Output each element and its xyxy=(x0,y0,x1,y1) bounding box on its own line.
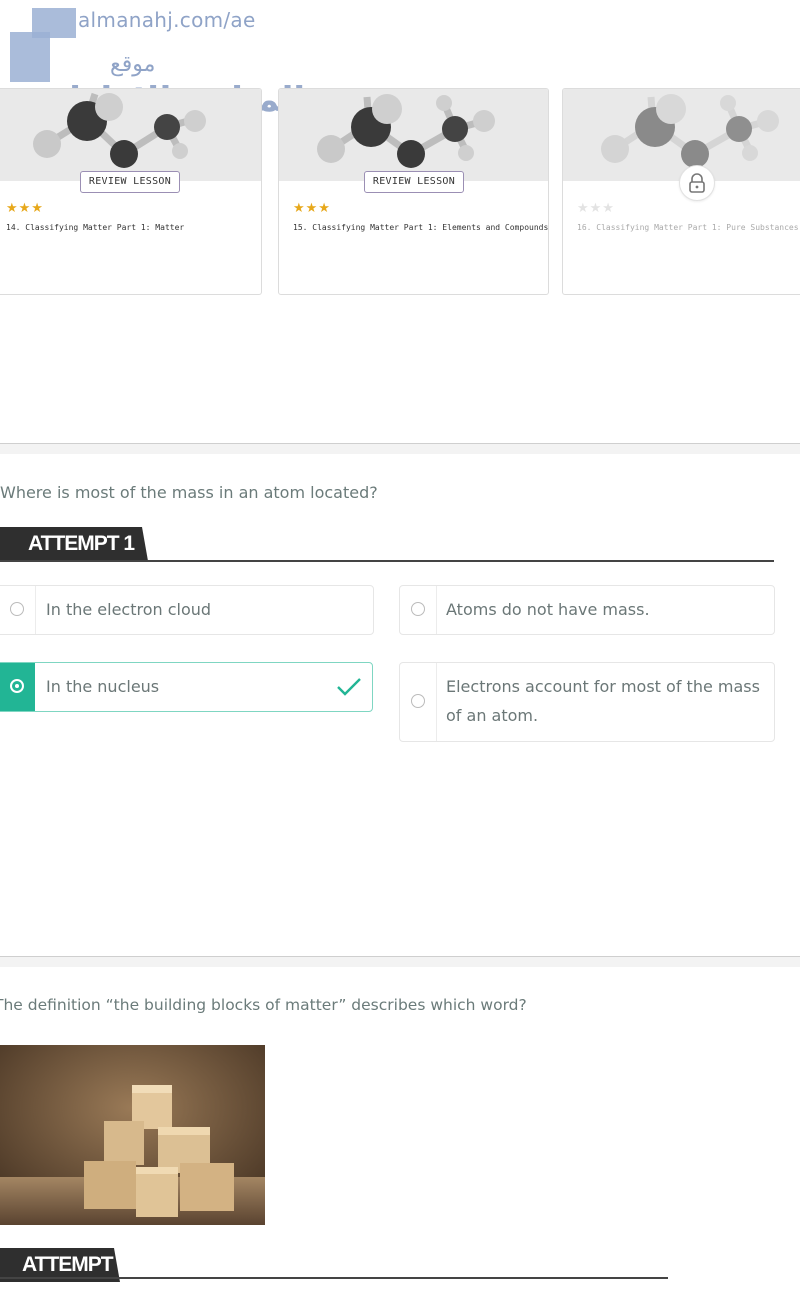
lesson-title[interactable]: 15. Classifying Matter Part 1: Elements … xyxy=(293,223,548,232)
section-divider xyxy=(0,956,800,967)
checkmark-icon xyxy=(337,678,361,696)
answer-text: In the electron cloud xyxy=(46,600,212,619)
watermark-logo-icon xyxy=(10,8,76,82)
radio-button[interactable] xyxy=(10,602,24,616)
radio-button[interactable] xyxy=(411,602,425,616)
question-prompt: Where is most of the mass in an atom loc… xyxy=(0,483,378,502)
answer-option[interactable]: In the electron cloud xyxy=(0,585,374,635)
answer-text: In the nucleus xyxy=(46,677,160,696)
watermark-arabic-line1: موقع xyxy=(110,52,156,77)
lesson-card-15[interactable]: REVIEW LESSON ★★★ 15. Classifying Matter… xyxy=(278,88,549,295)
section-divider xyxy=(0,443,800,454)
lock-icon xyxy=(679,165,715,201)
wooden-blocks-image xyxy=(0,1045,265,1225)
review-lesson-button[interactable]: REVIEW LESSON xyxy=(364,171,464,193)
answer-option[interactable]: Electrons account for most of the mass o… xyxy=(399,662,775,742)
rating-stars: ★★★ xyxy=(293,201,331,216)
molecule-image xyxy=(279,89,548,181)
rating-stars: ★★★ xyxy=(577,201,615,216)
answer-option[interactable]: Atoms do not have mass. xyxy=(399,585,775,635)
molecule-image xyxy=(563,89,800,181)
attempt-tab: ATTEMPT 1 xyxy=(0,527,148,561)
lesson-title: 16. Classifying Matter Part 1: Pure Subs… xyxy=(577,223,800,232)
watermark-url: almanahj.com/ae xyxy=(78,8,256,32)
radio-button-selected[interactable] xyxy=(10,679,24,693)
review-lesson-button[interactable]: REVIEW LESSON xyxy=(80,171,180,193)
lesson-card-16-locked: ★★★ 16. Classifying Matter Part 1: Pure … xyxy=(562,88,800,295)
lesson-title[interactable]: 14. Classifying Matter Part 1: Matter xyxy=(6,223,184,232)
answer-option-correct[interactable]: In the nucleus xyxy=(0,662,373,712)
lesson-card-14[interactable]: REVIEW LESSON ★★★ 14. Classifying Matter… xyxy=(0,88,262,295)
answer-text: Electrons account for most of the mass o… xyxy=(446,677,760,725)
molecule-image xyxy=(0,89,261,181)
question-prompt: The definition “the building blocks of m… xyxy=(0,996,527,1014)
attempt-underline xyxy=(0,1277,668,1279)
attempt-underline xyxy=(0,560,774,562)
rating-stars: ★★★ xyxy=(6,201,44,216)
radio-button[interactable] xyxy=(411,694,425,708)
answer-text: Atoms do not have mass. xyxy=(446,600,650,619)
